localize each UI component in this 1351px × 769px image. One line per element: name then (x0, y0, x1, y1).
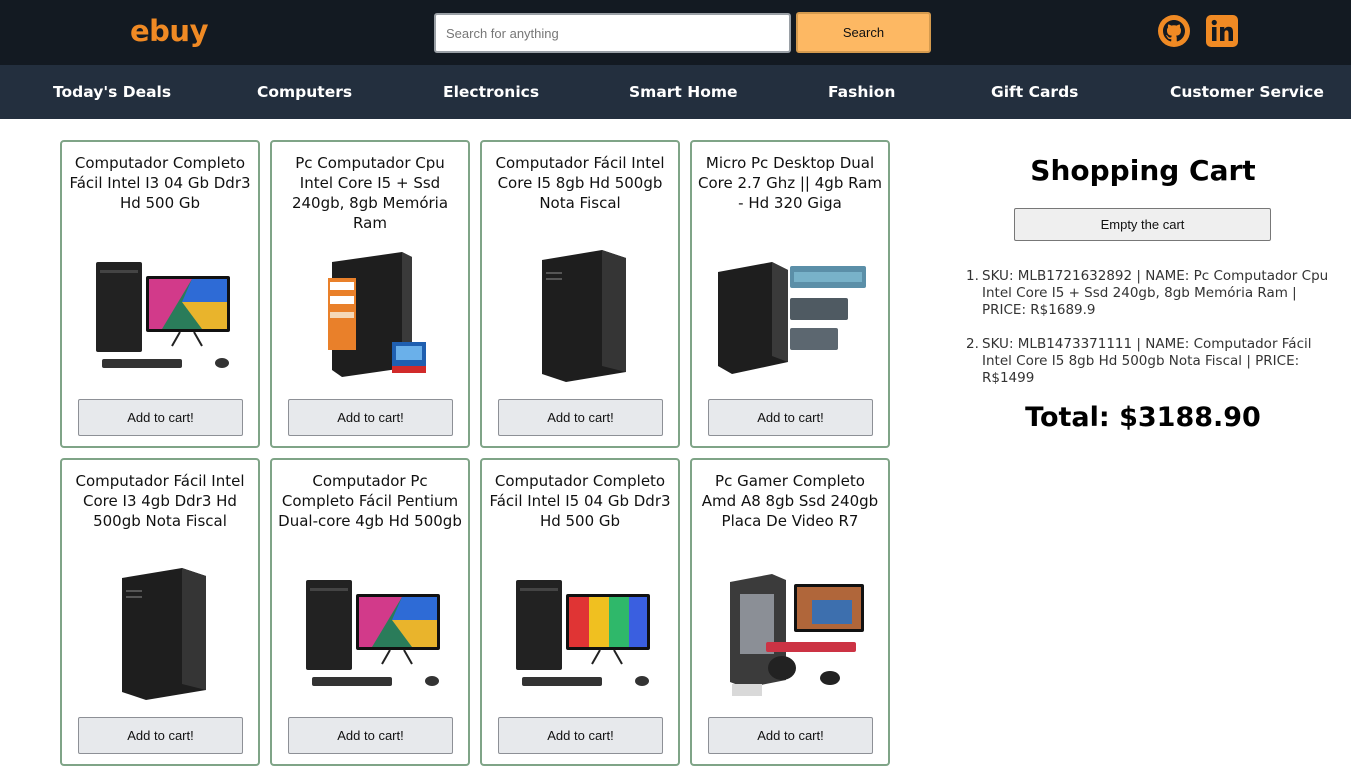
cart-item: 2. SKU: MLB1473371111 | NAME: Computador… (966, 336, 1337, 387)
product-title: Micro Pc Desktop Dual Core 2.7 Ghz || 4g… (698, 154, 883, 212)
nav-item-smart-home[interactable]: Smart Home (629, 65, 738, 119)
desktop-computer-image (516, 580, 650, 686)
top-bar: ebuy Search (0, 0, 1351, 65)
cart-item-number: 1. (966, 268, 979, 284)
github-icon[interactable] (1157, 14, 1191, 48)
add-to-cart-button[interactable]: Add to cart! (498, 717, 663, 754)
product-card: Computador Completo Fácil Intel I3 04 Gb… (60, 140, 260, 448)
cart-item-text: SKU: MLB1473371111 | NAME: Computador Fá… (982, 336, 1312, 386)
product-card: Computador Fácil Intel Core I3 4gb Ddr3 … (60, 458, 260, 766)
desktop-computer-image (306, 580, 440, 686)
product-card: Computador Completo Fácil Intel I5 04 Gb… (480, 458, 680, 766)
product-title: Pc Computador Cpu Intel Core I5 + Ssd 24… (291, 154, 449, 232)
product-title: Computador Fácil Intel Core I3 4gb Ddr3 … (75, 472, 245, 530)
add-to-cart-button[interactable]: Add to cart! (78, 717, 243, 754)
product-title: Computador Pc Completo Fácil Pentium Dua… (278, 472, 462, 530)
desktop-computer-image (96, 262, 230, 368)
nav-item-electronics[interactable]: Electronics (443, 65, 539, 119)
tower-computer-image (122, 568, 206, 700)
empty-cart-button[interactable]: Empty the cart (1014, 208, 1271, 241)
mini-tower-image (718, 262, 866, 374)
cart-item-text: SKU: MLB1721632892 | NAME: Pc Computador… (982, 268, 1329, 318)
linkedin-icon[interactable] (1205, 14, 1239, 48)
product-title: Computador Fácil Intel Core I5 8gb Hd 50… (495, 154, 665, 212)
gamer-pc-image (730, 574, 864, 696)
nav-item-fashion[interactable]: Fashion (828, 65, 895, 119)
cart-items-list: 1. SKU: MLB1721632892 | NAME: Pc Computa… (966, 268, 1337, 404)
add-to-cart-button[interactable]: Add to cart! (708, 399, 873, 436)
product-card: Micro Pc Desktop Dual Core 2.7 Ghz || 4g… (690, 140, 890, 448)
cart-total: Total: $3188.90 (1025, 402, 1261, 433)
product-title: Pc Gamer Completo Amd A8 8gb Ssd 240gb P… (701, 472, 879, 530)
product-card: Pc Computador Cpu Intel Core I5 + Ssd 24… (270, 140, 470, 448)
product-title: Computador Completo Fácil Intel I5 04 Gb… (489, 472, 671, 530)
nav-item-customer-service[interactable]: Customer Service (1170, 65, 1324, 119)
product-card: Computador Pc Completo Fácil Pentium Dua… (270, 458, 470, 766)
add-to-cart-button[interactable]: Add to cart! (288, 717, 453, 754)
cart-item-number: 2. (966, 336, 979, 352)
product-card: Pc Gamer Completo Amd A8 8gb Ssd 240gb P… (690, 458, 890, 766)
nav-bar: Today's Deals Computers Electronics Smar… (0, 65, 1351, 119)
add-to-cart-button[interactable]: Add to cart! (78, 399, 243, 436)
site-logo[interactable]: ebuy (130, 14, 208, 48)
nav-item-gift-cards[interactable]: Gift Cards (991, 65, 1078, 119)
add-to-cart-button[interactable]: Add to cart! (708, 717, 873, 754)
product-title: Computador Completo Fácil Intel I3 04 Gb… (69, 154, 251, 212)
cart-title: Shopping Cart (1030, 154, 1256, 187)
add-to-cart-button[interactable]: Add to cart! (288, 399, 453, 436)
tower-computer-image (542, 250, 626, 382)
cart-item: 1. SKU: MLB1721632892 | NAME: Pc Computa… (966, 268, 1337, 319)
nav-item-computers[interactable]: Computers (257, 65, 352, 119)
nav-item-todays-deals[interactable]: Today's Deals (53, 65, 171, 119)
product-card: Computador Fácil Intel Core I5 8gb Hd 50… (480, 140, 680, 448)
tower-computer-image (328, 252, 426, 377)
search-button[interactable]: Search (796, 12, 931, 53)
add-to-cart-button[interactable]: Add to cart! (498, 399, 663, 436)
search-input[interactable] (434, 13, 791, 53)
